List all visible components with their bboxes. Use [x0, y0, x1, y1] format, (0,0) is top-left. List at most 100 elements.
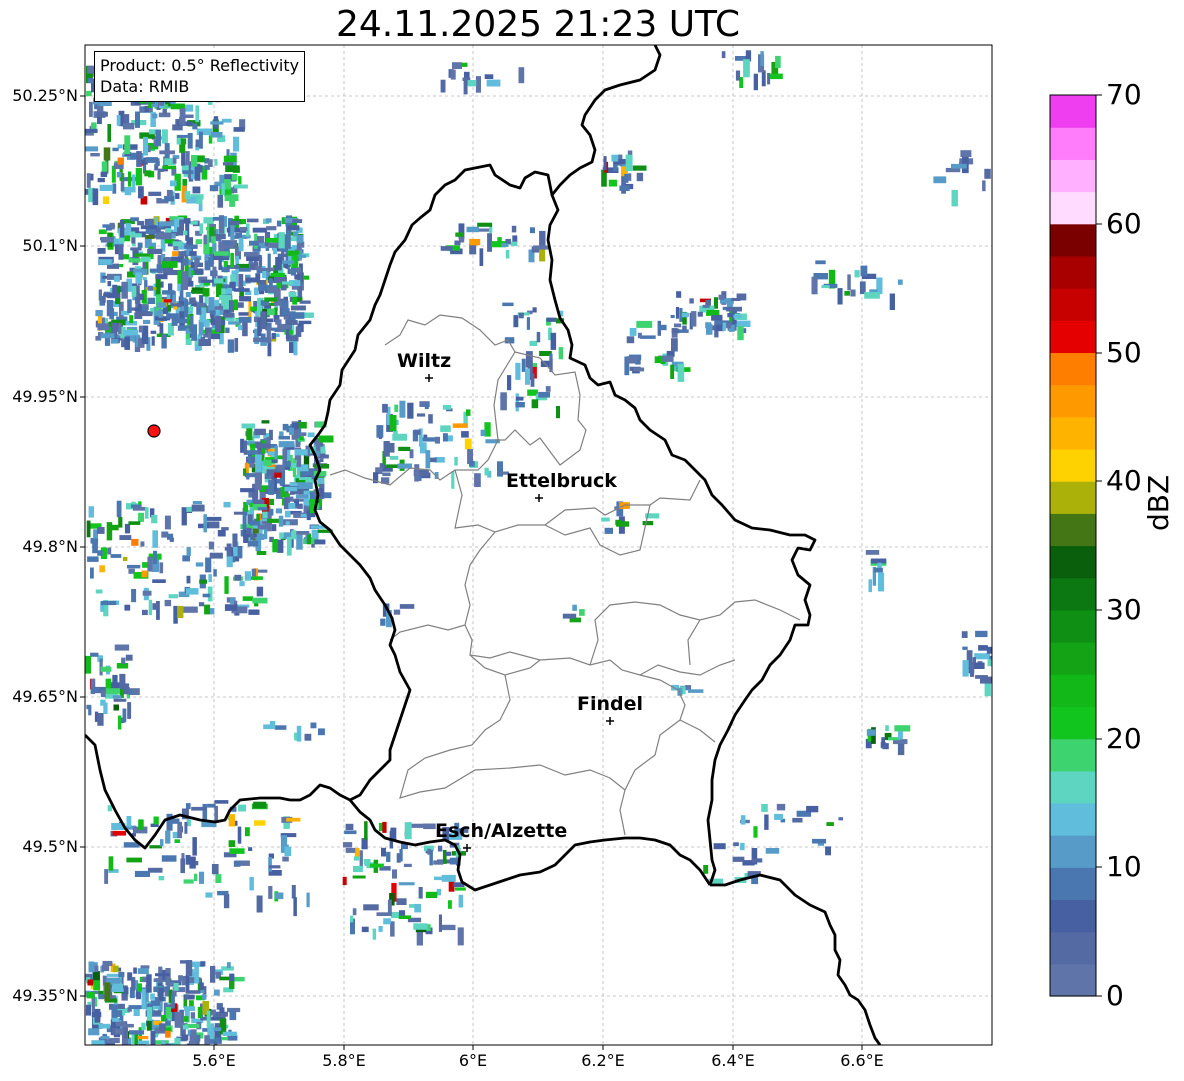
radar-echo-cell: [98, 994, 104, 1000]
radar-echo-cell: [511, 225, 517, 233]
radar-echo-cell: [161, 855, 177, 862]
radar-echo-cell: [191, 504, 205, 512]
radar-echo-cell: [307, 432, 315, 438]
radar-echo-cell: [933, 176, 947, 184]
radar-echo-cell: [545, 386, 551, 392]
radar-echo-cell: [687, 689, 704, 693]
product-label: Product: 0.5° Reflectivity: [100, 56, 300, 75]
radar-echo-cell: [619, 185, 630, 191]
radar-echo-cell: [425, 891, 438, 899]
radar-echo-cell: [151, 336, 155, 346]
radar-echo-cell: [440, 425, 451, 432]
radar-echo-cell: [204, 260, 211, 271]
radar-echo-cell: [144, 170, 152, 177]
radar-echo-cell: [257, 525, 270, 530]
radar-echo-cell: [448, 900, 452, 909]
radar-echo-cell: [558, 347, 564, 360]
radar-echo-cell: [281, 281, 294, 285]
radar-echo-cell: [145, 235, 155, 239]
radar-echo-cell: [202, 288, 210, 297]
radar-echo-cell: [114, 644, 130, 651]
radar-echo-cell: [127, 1037, 132, 1045]
radar-echo-cell: [642, 521, 654, 526]
radar-echo-cell: [458, 894, 464, 908]
radar-echo-cell: [190, 315, 194, 333]
radar-echo-cell: [317, 478, 325, 485]
radar-echo-cell: [677, 363, 685, 382]
radar-echo-cell: [238, 237, 244, 252]
radar-echo-cell: [424, 403, 429, 410]
radar-echo-cell: [134, 870, 150, 877]
radar-echo-cell: [230, 300, 234, 313]
radar-echo-cell: [172, 251, 179, 257]
radar-echo-cell: [475, 76, 481, 93]
radar-echo-cell: [250, 576, 263, 580]
radar-echo-cell: [282, 519, 298, 526]
radar-echo-cell: [626, 356, 638, 363]
radar-echo-cell: [172, 157, 177, 164]
radar-echo-cell: [161, 261, 178, 268]
radar-echo-cell: [353, 865, 363, 873]
data-source-label: Data: RMIB: [100, 77, 190, 96]
radar-echo-cell: [137, 1045, 153, 1051]
radar-echo-cell: [222, 162, 234, 166]
radar-echo-cell: [469, 238, 481, 246]
radar-echo-cell: [775, 55, 781, 68]
radar-echo-cell: [296, 534, 303, 550]
radar-echo-cell: [624, 173, 629, 183]
radar-echo-cell: [108, 1038, 120, 1043]
radar-echo-cell: [364, 821, 368, 840]
radar-echo-cell: [452, 423, 468, 428]
radar-echo-cell: [160, 1015, 166, 1022]
radar-echo-cell: [251, 568, 256, 577]
radar-echo-cell: [697, 311, 703, 317]
radar-echo-cell: [275, 508, 282, 514]
radar-echo-cell: [198, 319, 204, 336]
radar-echo-cell: [962, 646, 968, 650]
radar-echo-cell: [133, 1008, 140, 1016]
radar-echo-cell: [183, 606, 198, 613]
radar-echo-cell: [209, 608, 215, 615]
radar-echo-cell: [247, 540, 259, 547]
radar-echo-cell: [106, 227, 112, 231]
radar-echo-cell: [461, 431, 469, 438]
radar-echo-cell: [125, 654, 133, 661]
radar-echo-cell: [255, 273, 261, 279]
radar-echo-cell: [252, 597, 268, 604]
radar-echo-cell: [392, 869, 397, 879]
radar-echo-cell: [629, 328, 637, 336]
radar-echo-cell: [268, 508, 274, 516]
radar-echo-cell: [213, 989, 220, 996]
canton-boundaries: [329, 314, 801, 836]
radar-echo-cell: [507, 375, 512, 391]
colorbar-band: [1050, 288, 1096, 321]
radar-echo-cell: [148, 599, 153, 615]
radar-echo-cell: [146, 974, 152, 993]
radar-echo-cell: [184, 1006, 196, 1011]
radar-echo-cell: [224, 576, 229, 594]
radar-echo-cell: [177, 134, 188, 138]
radar-echo-cell: [88, 961, 95, 973]
radar-echo-cell: [206, 516, 222, 521]
radar-echo-cell: [107, 281, 112, 287]
radar-echo-cell: [224, 604, 238, 611]
radar-echo-cell: [865, 550, 880, 555]
radar-echo-cell: [136, 151, 142, 167]
radar-echo-cell: [144, 218, 150, 226]
radar-echo-cell: [885, 725, 889, 731]
radar-echo-cell: [256, 514, 260, 522]
country-borders: [85, 45, 882, 1045]
radar-echo-cell: [671, 328, 680, 334]
radar-echo-cell: [394, 404, 399, 412]
radar-echo-cell: [231, 174, 238, 181]
radar-echo-cell: [277, 539, 284, 553]
radar-echo-cell: [153, 816, 159, 825]
radar-echo-cell: [103, 702, 108, 715]
radar-echo-cell: [513, 315, 519, 328]
radar-echo-cell: [474, 473, 481, 487]
radar-echo-cell: [314, 539, 326, 545]
radar-echo-cell: [343, 842, 353, 848]
radar-echo-cell: [310, 513, 316, 518]
radar-echo-cell: [721, 51, 726, 59]
radar-echo-cell: [740, 815, 746, 825]
